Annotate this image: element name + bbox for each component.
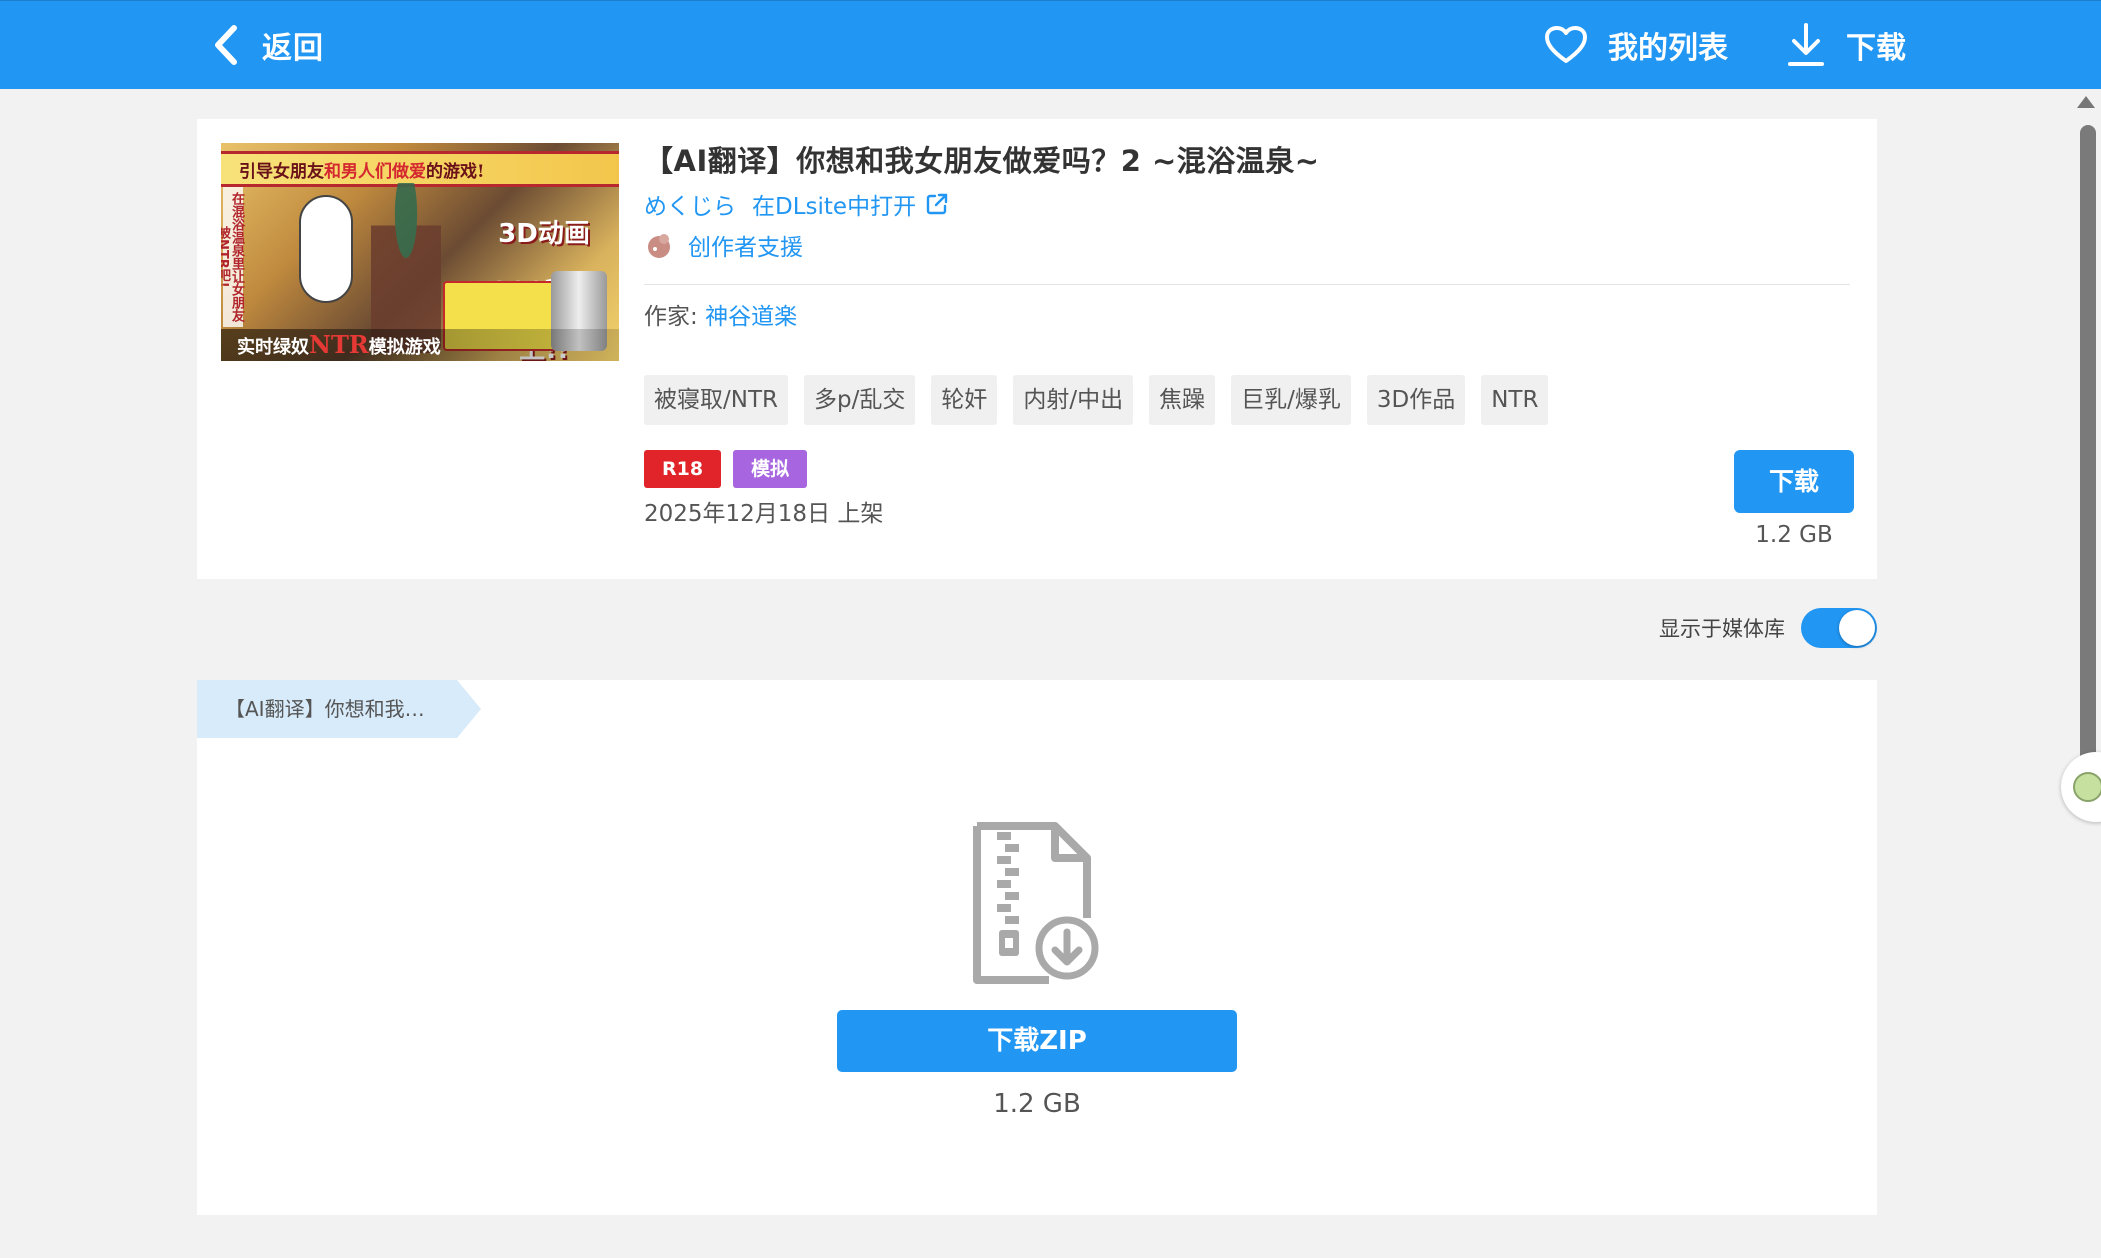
cover-character — [371, 183, 441, 353]
author-line: 作家: 神谷道楽 — [644, 299, 797, 335]
scroll-up-arrow-icon[interactable] — [2077, 96, 2095, 108]
work-info-card: 引导女朋友和男人们做爱的游戏! 在混浴温泉里让女朋友被NTR吧! 3D动画 30… — [197, 119, 1877, 579]
cover-image[interactable]: 引导女朋友和男人们做爱的游戏! 在混浴温泉里让女朋友被NTR吧! 3D动画 30… — [221, 143, 619, 361]
tag-creampie[interactable]: 内射/中出 — [1013, 375, 1134, 425]
scrollbar-thumb[interactable] — [2080, 125, 2096, 765]
creator-support-link[interactable]: 创作者支援 — [644, 228, 803, 262]
tag-ntr[interactable]: 被寝取/NTR — [644, 375, 788, 425]
tag-gangrape[interactable]: 轮奸 — [931, 375, 998, 425]
divider — [644, 284, 1850, 285]
zip-size: 1.2 GB — [993, 1089, 1081, 1119]
breadcrumb[interactable]: 【AI翻译】你想和我… — [197, 680, 481, 738]
zip-file-download-icon — [973, 822, 1099, 984]
frog-icon — [2073, 772, 2101, 802]
open-dlsite-link[interactable]: 在DLsite中打开 — [752, 187, 916, 221]
release-date: 2025年12月18日 上架 — [644, 501, 884, 527]
tag-group[interactable]: 多p/乱交 — [803, 375, 916, 425]
external-link-icon[interactable] — [926, 193, 948, 215]
creator-support-label: 创作者支援 — [688, 235, 803, 261]
floating-avatar[interactable] — [2061, 752, 2101, 822]
library-toggle-switch[interactable] — [1801, 608, 1877, 648]
cover-speech-bubble — [299, 195, 353, 303]
toggle-knob — [1839, 610, 1875, 646]
tag-frustration[interactable]: 焦躁 — [1149, 375, 1216, 425]
download-size: 1.2 GB — [1755, 522, 1833, 548]
work-title: 【AI翻译】你想和我女朋友做爱吗？2 ~混浴温泉~ — [644, 144, 1320, 178]
author-prefix: 作家: — [644, 304, 706, 330]
chevron-left-icon — [215, 25, 237, 65]
my-list-label: 我的列表 — [1608, 31, 1728, 66]
cover-3d-badge: 3D动画 300种以上!! — [491, 219, 597, 361]
heart-icon — [1545, 26, 1587, 63]
download-button[interactable]: 下载 — [1734, 450, 1854, 513]
tag-ntr-en[interactable]: NTR — [1481, 375, 1549, 425]
top-actions: 我的列表 下载 — [1486, 21, 1906, 69]
header-download-button[interactable]: 下载 — [1786, 22, 1906, 68]
back-button[interactable]: 返回 — [210, 21, 324, 69]
download-icon — [1788, 23, 1824, 66]
author-link[interactable]: 神谷道楽 — [705, 304, 797, 330]
header-download-label: 下载 — [1846, 31, 1906, 66]
badge-list: R18 模拟 — [644, 450, 819, 488]
tag-list: 被寝取/NTR 多p/乱交 轮奸 内射/中出 焦躁 巨乳/爆乳 3D作品 NTR — [644, 375, 1564, 425]
file-panel: 【AI翻译】你想和我… 下载ZIP 1.2 GB — [197, 680, 1877, 1215]
tag-big-breasts[interactable]: 巨乳/爆乳 — [1231, 375, 1351, 425]
my-list-button[interactable]: 我的列表 — [1544, 23, 1728, 67]
rating-badge: R18 — [644, 450, 722, 488]
library-toggle-label: 显示于媒体库 — [1659, 617, 1785, 641]
back-label: 返回 — [262, 31, 324, 66]
creator-support-icon — [648, 234, 670, 258]
work-links: めくじら 在DLsite中打开 — [644, 187, 948, 221]
cover-side-text: 在混浴温泉里让女朋友被NTR吧! — [221, 187, 244, 327]
circle-link[interactable]: めくじら — [644, 187, 736, 221]
tag-3d[interactable]: 3D作品 — [1366, 375, 1466, 425]
cover-top-banner: 引导女朋友和男人们做爱的游戏! — [221, 151, 619, 187]
cover-bottom-banner: 实时绿奴NTR模拟游戏 — [221, 329, 619, 361]
library-toggle-row: 显示于媒体库 — [1659, 608, 1877, 648]
top-bar: 返回 我的列表 下载 — [0, 0, 2101, 89]
genre-badge: 模拟 — [733, 450, 808, 488]
download-zip-button[interactable]: 下载ZIP — [837, 1010, 1237, 1072]
